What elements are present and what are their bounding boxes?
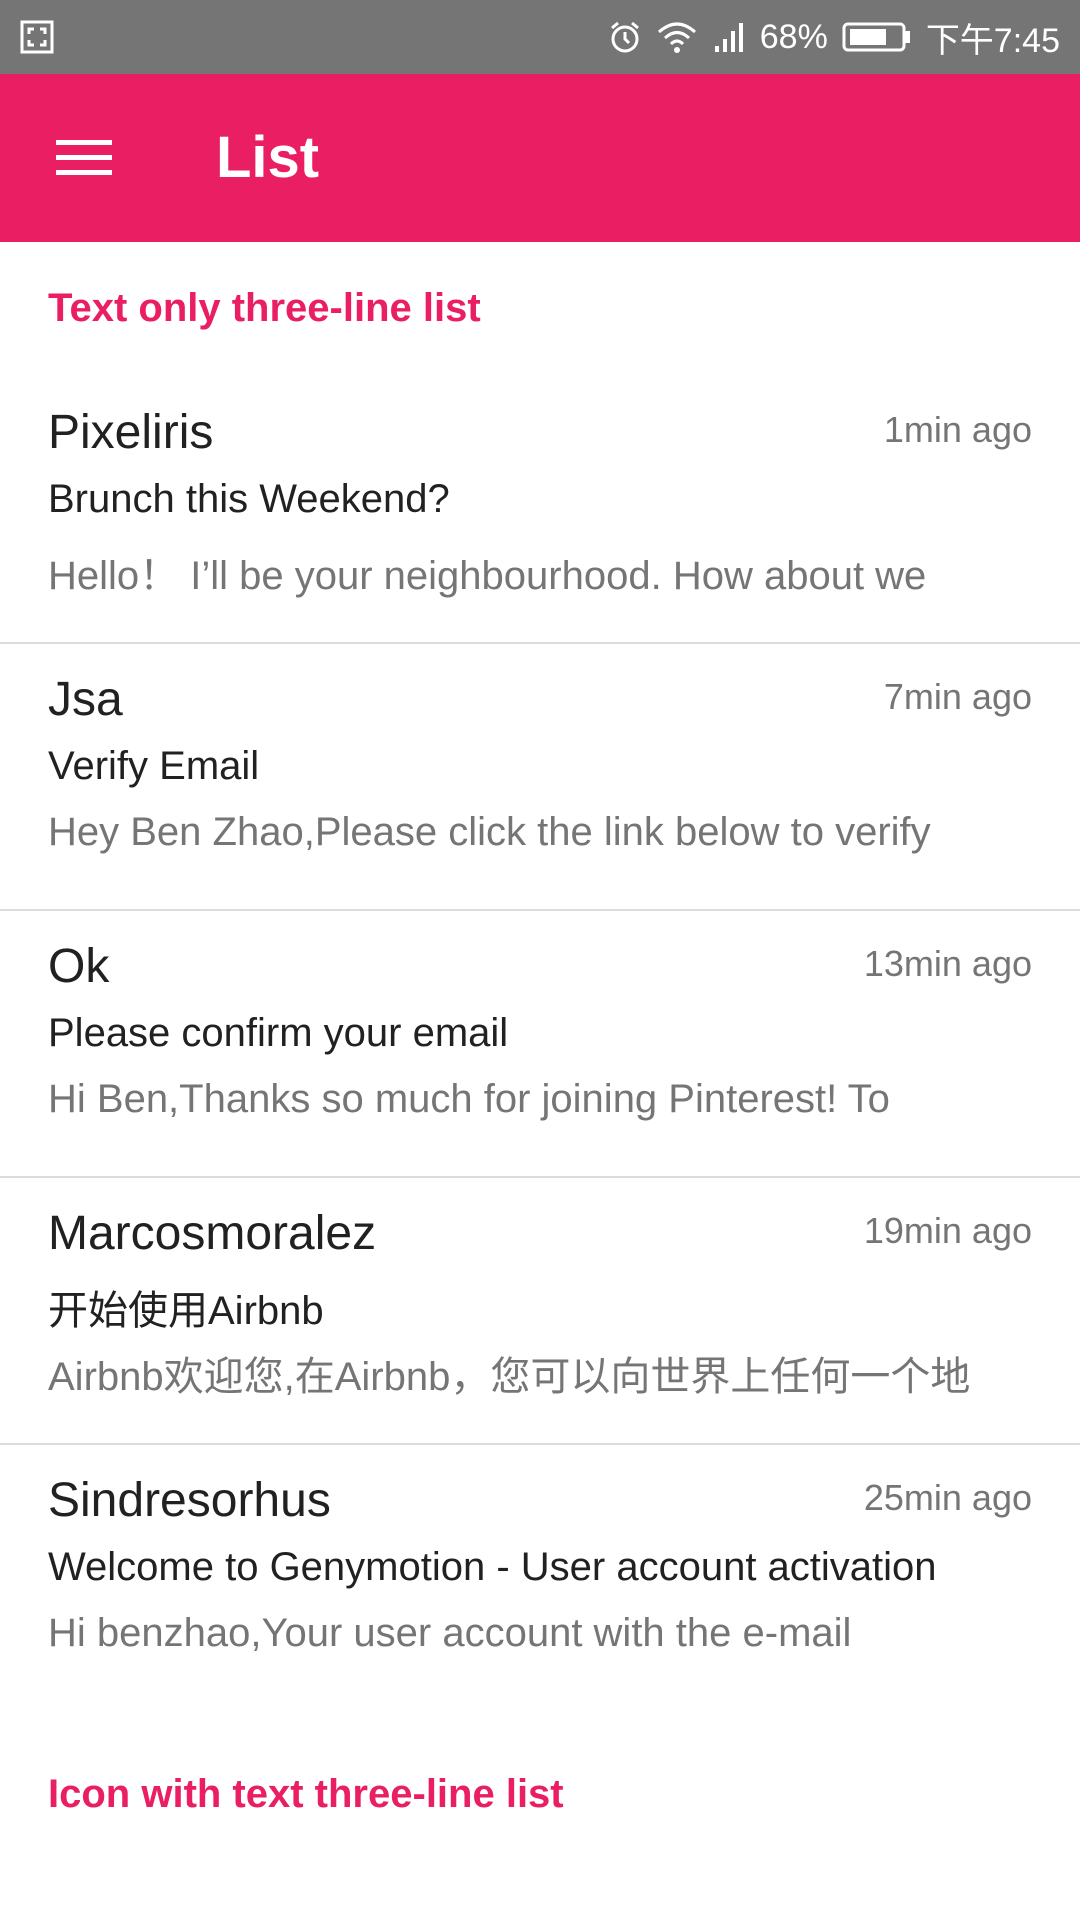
item-time: 25min ago (863, 1477, 1032, 1518)
item-subject: Brunch this Weekend? (48, 477, 450, 521)
app-bar: List (0, 74, 1080, 242)
status-bar: 68% 下午7:45 (0, 0, 1080, 74)
item-subject: Please confirm your email (48, 1011, 509, 1055)
item-subject: Verify Email (48, 744, 260, 788)
list-content: Text only three-line list Pixeliris 1min… (0, 242, 1080, 1712)
item-subject: Welcome to Genymotion - User account act… (48, 1545, 937, 1589)
item-title: Jsa (48, 673, 123, 726)
item-title: Ok (48, 940, 110, 993)
list-item[interactable]: Jsa 7min ago Verify Email Hey Ben Zhao,P… (0, 644, 1080, 911)
item-preview: Hi Ben,Thanks so much for joining Pinter… (48, 1077, 890, 1121)
item-title: Pixeliris (48, 406, 214, 459)
item-preview: Hey Ben Zhao,Please click the link below… (48, 810, 931, 854)
list-item[interactable]: Marcosmoralez 19min ago 开始使用Airbnb Airbn… (0, 1178, 1080, 1445)
item-preview: Hi benzhao,Your user account with the e-… (48, 1611, 852, 1655)
section-header: Icon with text three-line list (48, 1772, 564, 1816)
item-time: 7min ago (883, 676, 1032, 717)
item-time: 19min ago (863, 1210, 1032, 1251)
list-item[interactable]: Pixeliris 1min ago Brunch this Weekend? … (0, 377, 1080, 644)
list-item[interactable]: Sindresorhus 25min ago Welcome to Genymo… (0, 1445, 1080, 1712)
page-title: List (216, 125, 320, 190)
status-time: 下午7:45 (925, 21, 1060, 60)
battery-percent: 68% (759, 17, 828, 56)
item-preview: Airbnb欢迎您,在Airbnb，您可以向世界上任何一个地 (48, 1355, 971, 1399)
wifi-icon (656, 20, 698, 54)
hamburger-menu-icon[interactable] (44, 118, 124, 198)
battery-icon (842, 20, 912, 54)
item-preview: Hello！ I’ll be your neighbourhood. How a… (48, 554, 927, 598)
alarm-icon (608, 20, 642, 54)
item-time: 13min ago (863, 943, 1032, 984)
screenshot-icon (20, 20, 54, 54)
item-subject: 开始使用Airbnb (48, 1289, 324, 1333)
section-header: Text only three-line list (48, 286, 481, 330)
signal-icon (712, 20, 746, 54)
item-title: Marcosmoralez (48, 1207, 377, 1260)
list-item[interactable]: Ok 13min ago Please confirm your email H… (0, 911, 1080, 1178)
item-title: Sindresorhus (48, 1474, 331, 1527)
item-time: 1min ago (883, 409, 1032, 450)
